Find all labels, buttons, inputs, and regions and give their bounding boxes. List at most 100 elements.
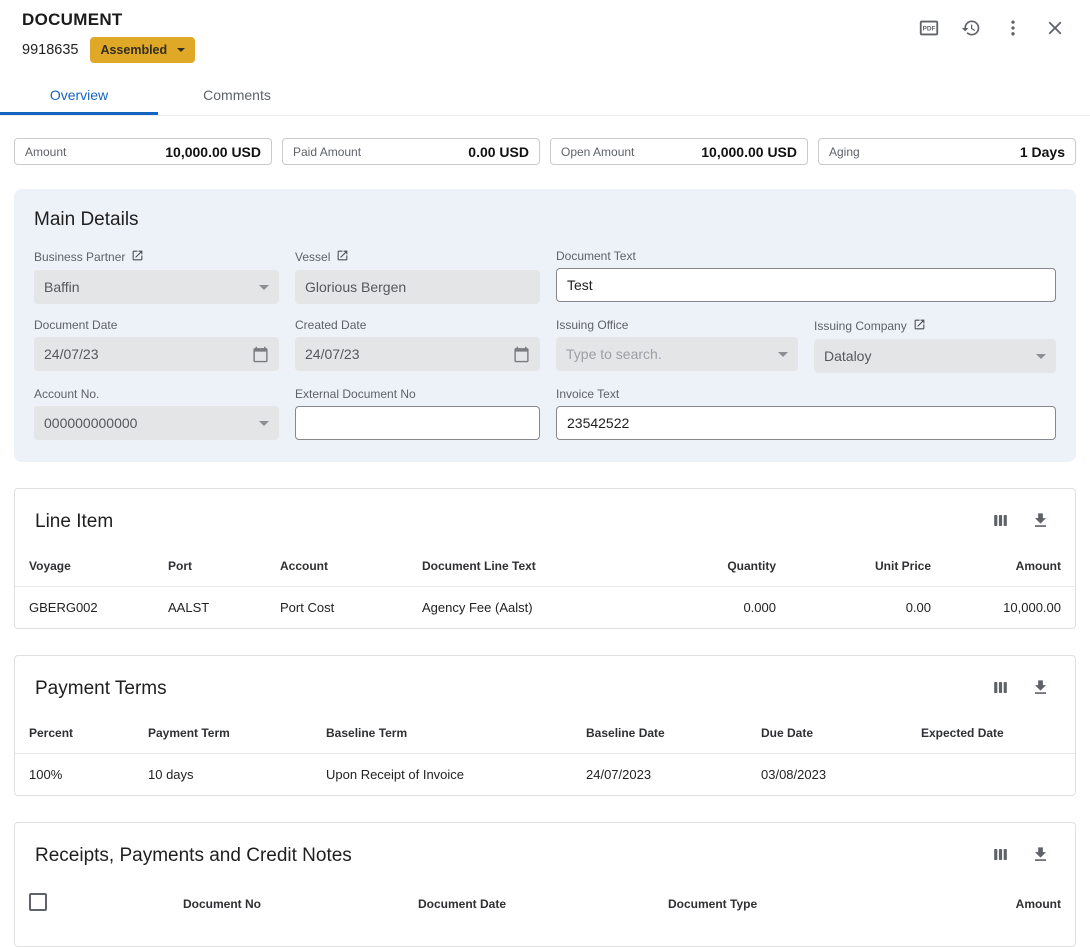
field-label-text: External Document No (295, 387, 416, 401)
receipts-header: Receipts, Payments and Credit Notes (15, 823, 1075, 883)
document-date-value: 24/07/23 (44, 346, 99, 362)
more-menu-button[interactable] (998, 14, 1028, 44)
receipts-table: Document No Document Date Document Type … (15, 883, 1075, 924)
field-document-date: Document Date 24/07/23 (34, 318, 279, 373)
svg-text:PDF: PDF (923, 25, 936, 32)
pdf-export-button[interactable]: PDF (914, 14, 944, 44)
payment-terms-actions (985, 674, 1055, 704)
header: DOCUMENT 9918635 Assembled PDF (0, 0, 1090, 63)
tab-overview-label: Overview (50, 87, 108, 103)
column-header: Amount (950, 883, 1075, 924)
summary-label: Paid Amount (293, 145, 361, 159)
field-label-text: Business Partner (34, 250, 125, 264)
summary-value: 10,000.00 USD (701, 144, 797, 160)
close-button[interactable] (1040, 14, 1070, 44)
table-row[interactable]: GBERG002 AALST Port Cost Agency Fee (Aal… (15, 587, 1075, 629)
cell-document-line-text: Agency Fee (Aalst) (414, 587, 674, 629)
field-created-date: Created Date 24/07/23 (295, 318, 540, 373)
field-label-text: Document Date (34, 318, 117, 332)
payment-terms-title: Payment Terms (35, 678, 167, 700)
header-left: DOCUMENT 9918635 Assembled (22, 10, 195, 63)
field-issuing-office: Issuing Office Type to search. (556, 318, 798, 373)
column-header: Due Date (753, 716, 913, 754)
cell-quantity: 0.000 (674, 587, 784, 629)
column-header: Quantity (674, 549, 784, 587)
open-in-new-icon[interactable] (131, 249, 144, 265)
document-date-field: 24/07/23 (34, 337, 279, 371)
page-title: DOCUMENT (22, 10, 195, 30)
field-label: Document Date (34, 318, 279, 332)
open-in-new-icon[interactable] (913, 318, 926, 334)
columns-button[interactable] (985, 674, 1015, 704)
table-header-row: Voyage Port Account Document Line Text Q… (15, 549, 1075, 587)
table-row[interactable]: 100% 10 days Upon Receipt of Invoice 24/… (15, 754, 1075, 796)
summary-label: Aging (829, 145, 860, 159)
document-text-input[interactable] (556, 268, 1056, 302)
business-partner-value: Baffin (44, 279, 80, 295)
main-details-section: Main Details Business Partner Baffin Ves… (14, 189, 1076, 462)
cell-baseline-term: Upon Receipt of Invoice (318, 754, 578, 796)
field-label: Account No. (34, 387, 279, 401)
summary-value: 1 Days (1020, 144, 1065, 160)
cell-percent: 100% (15, 754, 140, 796)
columns-button[interactable] (985, 841, 1015, 871)
external-document-no-input[interactable] (295, 406, 540, 440)
status-badge-label: Assembled (100, 43, 167, 57)
close-icon (1044, 17, 1066, 42)
line-item-table: Voyage Port Account Document Line Text Q… (15, 549, 1075, 628)
main-details-title: Main Details (34, 209, 1056, 231)
field-vessel: Vessel Glorious Bergen (295, 249, 540, 304)
summary-card-paid-amount: Paid Amount 0.00 USD (282, 138, 540, 165)
select-all-checkbox[interactable] (29, 893, 47, 911)
tab-overview[interactable]: Overview (0, 75, 158, 115)
summary-card-aging: Aging 1 Days (818, 138, 1076, 165)
field-issuing-company: Issuing Company Dataloy (814, 318, 1056, 373)
download-icon (1031, 511, 1050, 533)
field-label: Business Partner (34, 249, 279, 265)
column-header: Voyage (15, 549, 160, 587)
select-all-cell (15, 883, 175, 924)
columns-icon (991, 678, 1010, 700)
pdf-icon: PDF (918, 17, 940, 42)
field-label-text: Issuing Company (814, 319, 907, 333)
field-label-text: Document Text (556, 249, 636, 263)
status-badge[interactable]: Assembled (90, 37, 195, 63)
receipts-section: Receipts, Payments and Credit Notes Docu… (14, 822, 1076, 947)
line-item-header: Line Item (15, 489, 1075, 549)
history-icon (961, 18, 981, 41)
invoice-text-input[interactable] (556, 406, 1056, 440)
tab-comments-label: Comments (203, 87, 271, 103)
download-icon (1031, 678, 1050, 700)
history-button[interactable] (956, 14, 986, 44)
open-in-new-icon[interactable] (336, 249, 349, 265)
field-row: Document Date 24/07/23 Created Date 24/0… (34, 318, 1056, 373)
chevron-down-icon (177, 48, 185, 52)
column-header: Document Type (660, 883, 950, 924)
field-label: Issuing Office (556, 318, 798, 332)
column-header: Unit Price (784, 549, 939, 587)
field-label-text: Vessel (295, 250, 330, 264)
issuing-company-select: Dataloy (814, 339, 1056, 373)
line-item-actions (985, 507, 1055, 537)
column-header: Payment Term (140, 716, 318, 754)
summary-card-open-amount: Open Amount 10,000.00 USD (550, 138, 808, 165)
download-button[interactable] (1025, 841, 1055, 871)
header-actions: PDF (914, 10, 1070, 44)
field-label-text: Account No. (34, 387, 99, 401)
column-header: Amount (939, 549, 1075, 587)
field-label-text: Issuing Office (556, 318, 628, 332)
issuing-office-placeholder: Type to search. (566, 346, 662, 362)
created-date-value: 24/07/23 (305, 346, 360, 362)
kebab-menu-icon (1003, 18, 1023, 41)
field-label: Invoice Text (556, 387, 1056, 401)
field-account-no: Account No. 000000000000 (34, 387, 279, 440)
tab-comments[interactable]: Comments (158, 75, 316, 115)
cell-payment-term: 10 days (140, 754, 318, 796)
columns-button[interactable] (985, 507, 1015, 537)
download-button[interactable] (1025, 674, 1055, 704)
download-button[interactable] (1025, 507, 1055, 537)
summary-label: Amount (25, 145, 66, 159)
field-label: Created Date (295, 318, 540, 332)
column-header: Baseline Date (578, 716, 753, 754)
field-document-text: Document Text (556, 249, 1056, 304)
